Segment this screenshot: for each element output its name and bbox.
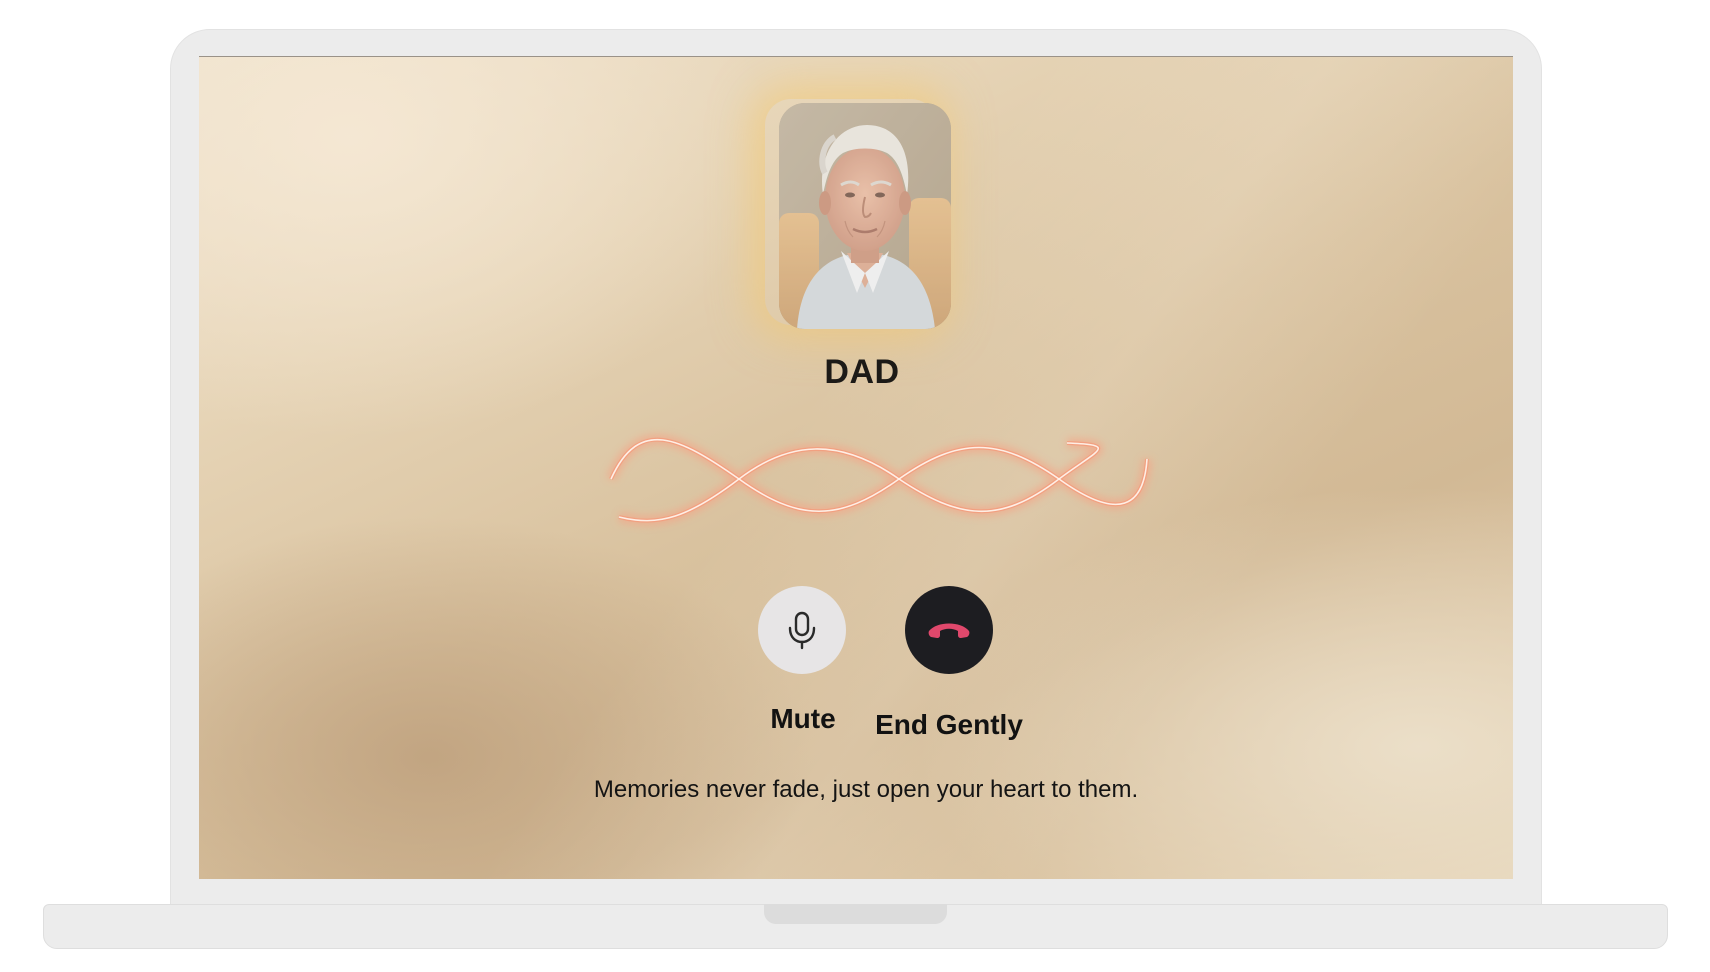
laptop-notch (764, 904, 947, 924)
microphone-icon (788, 611, 816, 650)
end-call-button[interactable] (905, 586, 993, 674)
caller-name: DAD (824, 353, 900, 391)
phone-hangup-icon (928, 623, 970, 638)
mute-button[interactable] (758, 586, 846, 674)
avatar-portrait (779, 103, 951, 329)
end-call-label: End Gently (875, 709, 1023, 740)
caller-avatar (779, 103, 951, 329)
call-screen: DAD Mute End Gently Memories never fade,… (199, 56, 1513, 879)
stage: DAD Mute End Gently Memories never fade,… (0, 0, 1710, 972)
mute-label: Mute (770, 703, 836, 734)
voice-waveform (606, 434, 1152, 526)
memory-quote: Memories never fade, just open your hear… (593, 776, 1139, 803)
